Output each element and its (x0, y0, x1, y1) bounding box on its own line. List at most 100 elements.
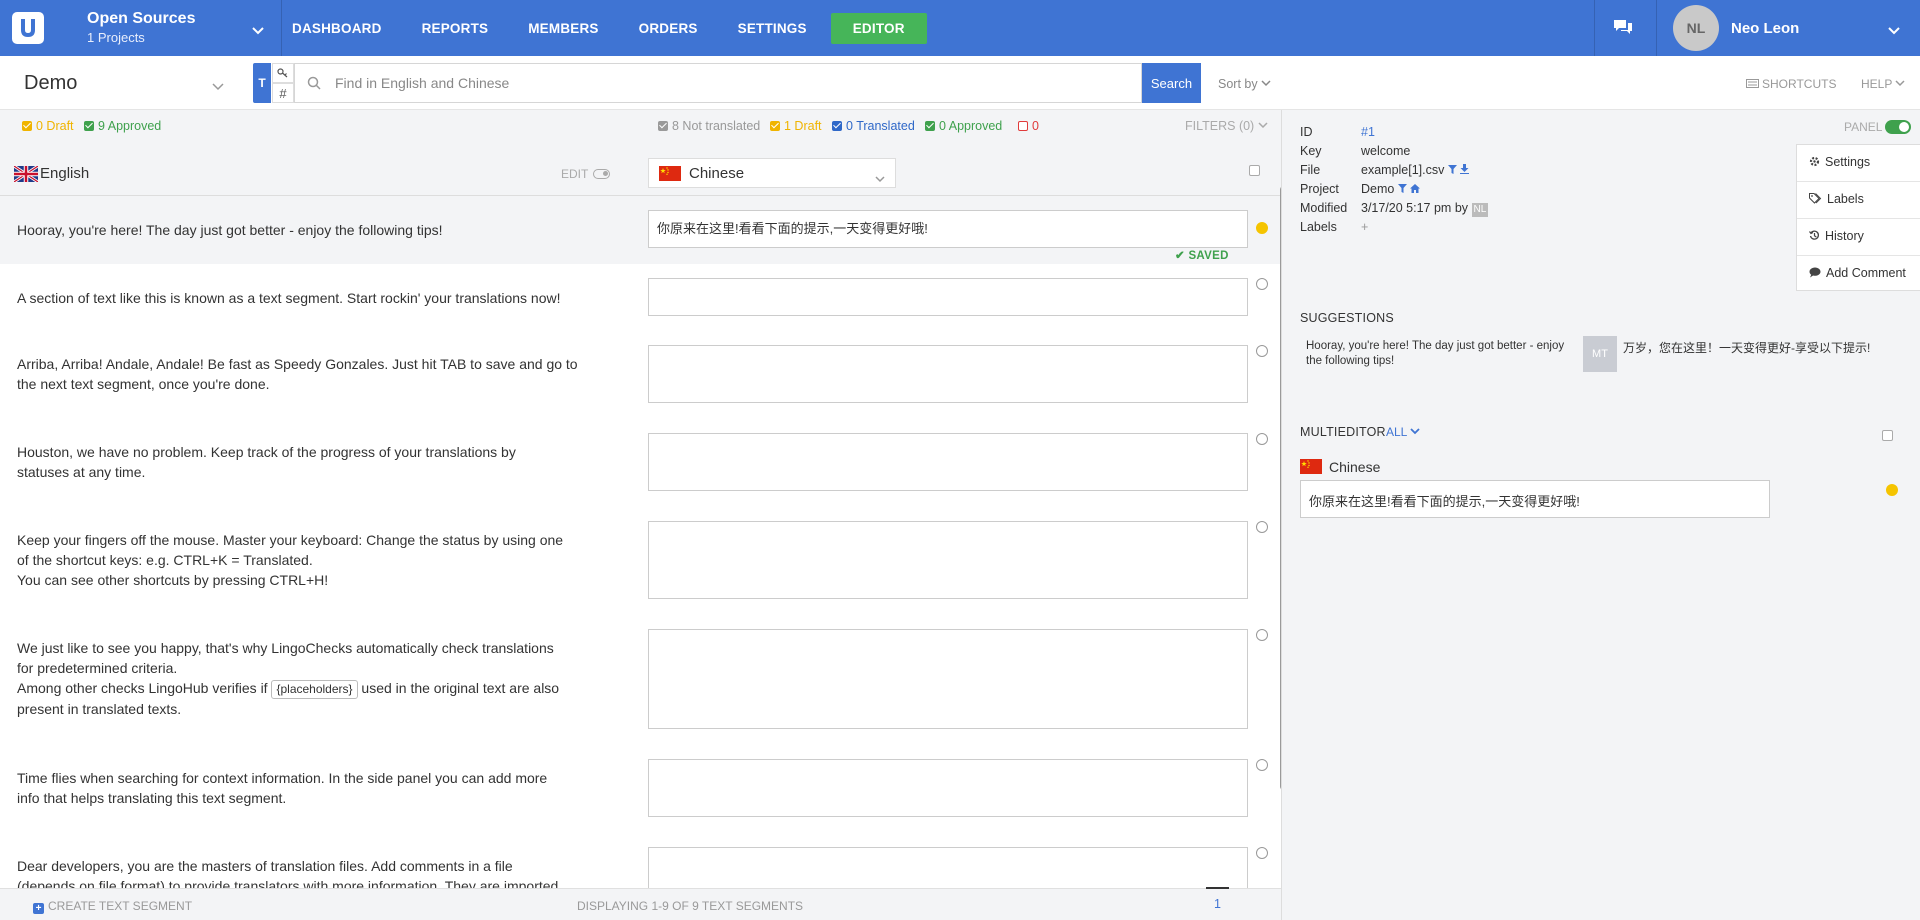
language-header: English EDIT Chinese (0, 152, 1281, 196)
page-number[interactable]: 1 (1214, 897, 1221, 911)
app-logo[interactable] (0, 0, 56, 56)
nav-settings[interactable]: SETTINGS (738, 21, 807, 36)
filter-draft[interactable]: 1 Draft (770, 119, 822, 133)
segment-row[interactable]: Hooray, you're here! The day just got be… (0, 196, 1281, 264)
project-value: Demo (1361, 182, 1395, 196)
status-dot[interactable] (1256, 433, 1268, 445)
menu-label: Settings (1825, 155, 1871, 169)
search-button[interactable]: Search (1142, 63, 1201, 103)
segment-target-input[interactable] (648, 345, 1248, 403)
create-segment-button[interactable]: + CREATE TEXT SEGMENT (33, 899, 192, 914)
chevron-down-icon[interactable] (1888, 22, 1900, 38)
filters-dropdown[interactable]: FILTERS (0) (1185, 119, 1268, 133)
multieditor-language: Chinese (1329, 459, 1381, 475)
filter-icon[interactable] (1447, 165, 1457, 174)
user-menu[interactable]: NL Neo Leon (1673, 5, 1799, 51)
segment-target-input[interactable] (648, 629, 1248, 729)
source-line: for predetermined criteria. (17, 660, 178, 676)
status-dot[interactable] (1256, 759, 1268, 771)
nav-editor[interactable]: EDITOR (830, 12, 927, 44)
meta-key: File (1300, 163, 1321, 177)
project-switcher[interactable]: Open Sources 1 Projects (87, 10, 195, 45)
text-mode-button[interactable]: T (253, 63, 271, 103)
status-dot[interactable] (1256, 345, 1268, 357)
segment-row[interactable]: A section of text like this is known as … (0, 264, 1281, 332)
filter-not-translated[interactable]: 8 Not translated (658, 119, 760, 133)
suggestion-target[interactable]: 万岁，您在这里！一天变得更好-享受以下提示! (1623, 339, 1870, 356)
target-language-select[interactable]: Chinese (648, 158, 896, 188)
menu-settings[interactable]: Settings (1809, 155, 1870, 169)
segment-row[interactable]: Time flies when searching for context in… (0, 746, 1281, 834)
filter-icon[interactable] (1397, 184, 1407, 193)
segment-target-input[interactable] (648, 278, 1248, 316)
create-label: CREATE TEXT SEGMENT (48, 899, 193, 913)
status-dot[interactable] (1256, 222, 1268, 234)
editor-main: 0 Draft 9 Approved 8 Not translated 1 Dr… (0, 110, 1287, 920)
download-icon[interactable] (1460, 164, 1470, 174)
project-select[interactable]: Demo (24, 72, 77, 95)
menu-labels[interactable]: Labels (1809, 192, 1864, 206)
nav-dashboard[interactable]: DASHBOARD (292, 21, 382, 36)
filter-label: 0 Approved (939, 119, 1003, 133)
status-dot[interactable] (1256, 278, 1268, 290)
divider (1797, 218, 1920, 219)
source-line: present in translated texts. (17, 701, 182, 717)
status-dot[interactable] (1256, 847, 1268, 859)
segment-target-input[interactable] (648, 759, 1248, 817)
panel-toggle[interactable]: PANEL (1844, 120, 1912, 134)
segment-target-input[interactable] (648, 847, 1248, 888)
meta-key: Key (1300, 144, 1322, 158)
multieditor-filter[interactable]: ALL (1386, 425, 1420, 439)
segment-row[interactable]: Keep your fingers off the mouse. Master … (0, 508, 1281, 616)
source-line: Time flies when searching for context in… (17, 770, 548, 786)
chevron-down-icon (1258, 122, 1268, 129)
filter-source-draft[interactable]: 0 Draft (22, 119, 74, 133)
menu-label: History (1825, 229, 1864, 243)
help-dropdown[interactable]: HELP (1861, 77, 1906, 91)
home-icon[interactable] (1410, 184, 1421, 193)
chevron-down-icon[interactable] (212, 78, 224, 94)
multieditor-checkbox[interactable] (1882, 430, 1893, 441)
divider (1797, 181, 1920, 182)
filter-translated[interactable]: 0 Translated (832, 119, 915, 133)
menu-history[interactable]: History (1809, 229, 1864, 243)
filter-rejected[interactable]: 0 (1018, 119, 1039, 133)
segment-row[interactable]: Arriba, Arriba! Andale, Andale! Be fast … (0, 332, 1281, 420)
shortcuts-button[interactable]: SHORTCUTS (1746, 77, 1836, 91)
chevron-down-icon[interactable] (252, 22, 264, 38)
select-all-checkbox[interactable] (1249, 165, 1260, 176)
segment-row[interactable]: We just like to see you happy, that's wh… (0, 616, 1281, 746)
multieditor-input[interactable]: 你原来在这里!看看下面的提示,一天变得更好哦! (1300, 480, 1770, 518)
key-mode-button[interactable] (272, 63, 294, 83)
status-dot[interactable] (1256, 521, 1268, 533)
menu-label: Labels (1827, 192, 1864, 206)
segment-row[interactable]: Houston, we have no problem. Keep track … (0, 420, 1281, 508)
add-label-button[interactable]: + (1361, 218, 1368, 237)
help-label: HELP (1861, 77, 1893, 91)
filter-source-approved[interactable]: 9 Approved (84, 119, 161, 133)
segment-target-input[interactable]: 你原来在这里!看看下面的提示,一天变得更好哦! (648, 210, 1248, 248)
modified-value: 3/17/20 5:17 pm by (1361, 201, 1469, 215)
nav-reports[interactable]: REPORTS (422, 21, 489, 36)
nav-members[interactable]: MEMBERS (528, 21, 598, 36)
sort-by-dropdown[interactable]: Sort by (1218, 77, 1271, 91)
status-dot[interactable] (1256, 629, 1268, 641)
gear-icon (1809, 156, 1820, 167)
segment-target-input[interactable] (648, 433, 1248, 491)
filter-label: 9 Approved (98, 119, 162, 133)
user-name: Neo Leon (1731, 19, 1800, 37)
edit-source-toggle[interactable]: EDIT (561, 167, 611, 181)
meta-key: Modified (1300, 201, 1348, 215)
hash-mode-button[interactable]: # (272, 83, 294, 103)
search-input[interactable] (335, 64, 1135, 102)
segment-row[interactable]: Dear developers, you are the masters of … (0, 834, 1281, 888)
nav-orders[interactable]: ORDERS (639, 21, 698, 36)
saved-indicator: ✔ SAVED (1175, 250, 1229, 262)
segment-target-input[interactable] (648, 521, 1248, 599)
menu-add-comment[interactable]: Add Comment (1809, 266, 1906, 280)
chat-icon[interactable] (1612, 18, 1634, 39)
filter-approved[interactable]: 0 Approved (925, 119, 1002, 133)
status-filter-bar: 0 Draft 9 Approved 8 Not translated 1 Dr… (0, 110, 1281, 152)
status-dot[interactable] (1886, 484, 1898, 496)
segment-id-link[interactable]: #1 (1361, 125, 1375, 139)
